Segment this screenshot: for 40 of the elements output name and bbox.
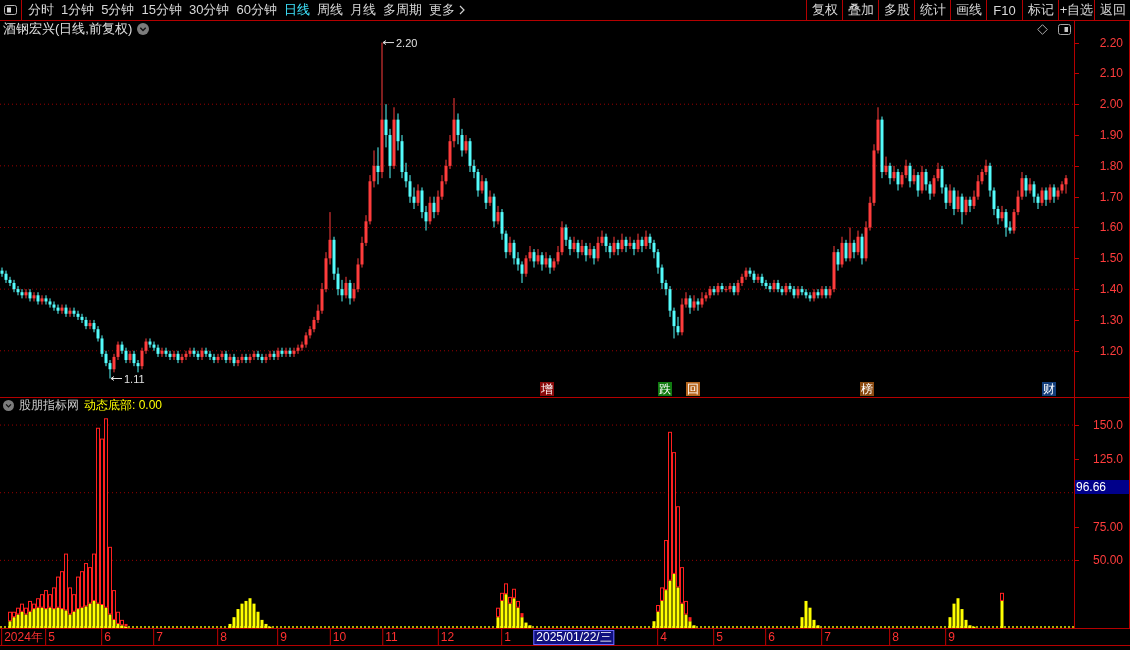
indicator-title: 股朋指标网 [19, 397, 79, 414]
axis-label: 125.0 [1092, 451, 1123, 466]
axis-label: 8 [889, 629, 899, 645]
axis-label: 2.00 [1099, 97, 1123, 112]
axis-label: 10 [329, 629, 347, 645]
axis-label: 4 [657, 629, 667, 645]
axis-label: 150.0 [1092, 418, 1123, 433]
axis-label: 7 [153, 629, 163, 645]
axis-label: 7 [821, 629, 831, 645]
axis-label: 75.00 [1092, 519, 1123, 534]
price-annotation: 1.11 [110, 373, 145, 386]
axis-label: 1.70 [1099, 189, 1123, 204]
annotation: 2.20 [396, 37, 418, 50]
axis-label: 1.30 [1099, 312, 1123, 327]
annotation: 1.11 [124, 373, 145, 386]
axis-label: 1.90 [1099, 128, 1123, 143]
axis-label: 1.80 [1099, 158, 1123, 173]
axis-label: 5 [45, 629, 55, 645]
axis-label: 50.00 [1092, 553, 1123, 568]
axis-label: 6 [101, 629, 111, 645]
axis-label: 2.20 [1099, 35, 1123, 50]
crosshair-date-label: 2025/01/22/三 [533, 630, 615, 645]
axis-label: 6 [765, 629, 775, 645]
axis-label: 1.60 [1099, 220, 1123, 235]
axis-label: 1 [501, 629, 511, 645]
axis-label: 12 [437, 629, 455, 645]
axis-label: 1.50 [1099, 251, 1123, 266]
axis-label: 2024年 [1, 629, 43, 645]
axis-label: 8 [217, 629, 227, 645]
chart-title: 酒钢宏兴(日线,前复权) [3, 20, 133, 38]
axis-label: 11 [382, 629, 398, 645]
axis-label: 1.20 [1099, 343, 1123, 358]
price-annotation: 2.20 [382, 37, 418, 50]
axis-label: 9 [945, 629, 955, 645]
indicator-readout: 动态底部: 0.00 [84, 397, 163, 414]
axis-label: 1.40 [1099, 282, 1123, 297]
axis-label: 2.10 [1099, 66, 1123, 81]
axis-label: 9 [277, 629, 287, 645]
axis-label: 5 [713, 629, 723, 645]
crosshair-value-label: 96.66 [1075, 480, 1129, 494]
